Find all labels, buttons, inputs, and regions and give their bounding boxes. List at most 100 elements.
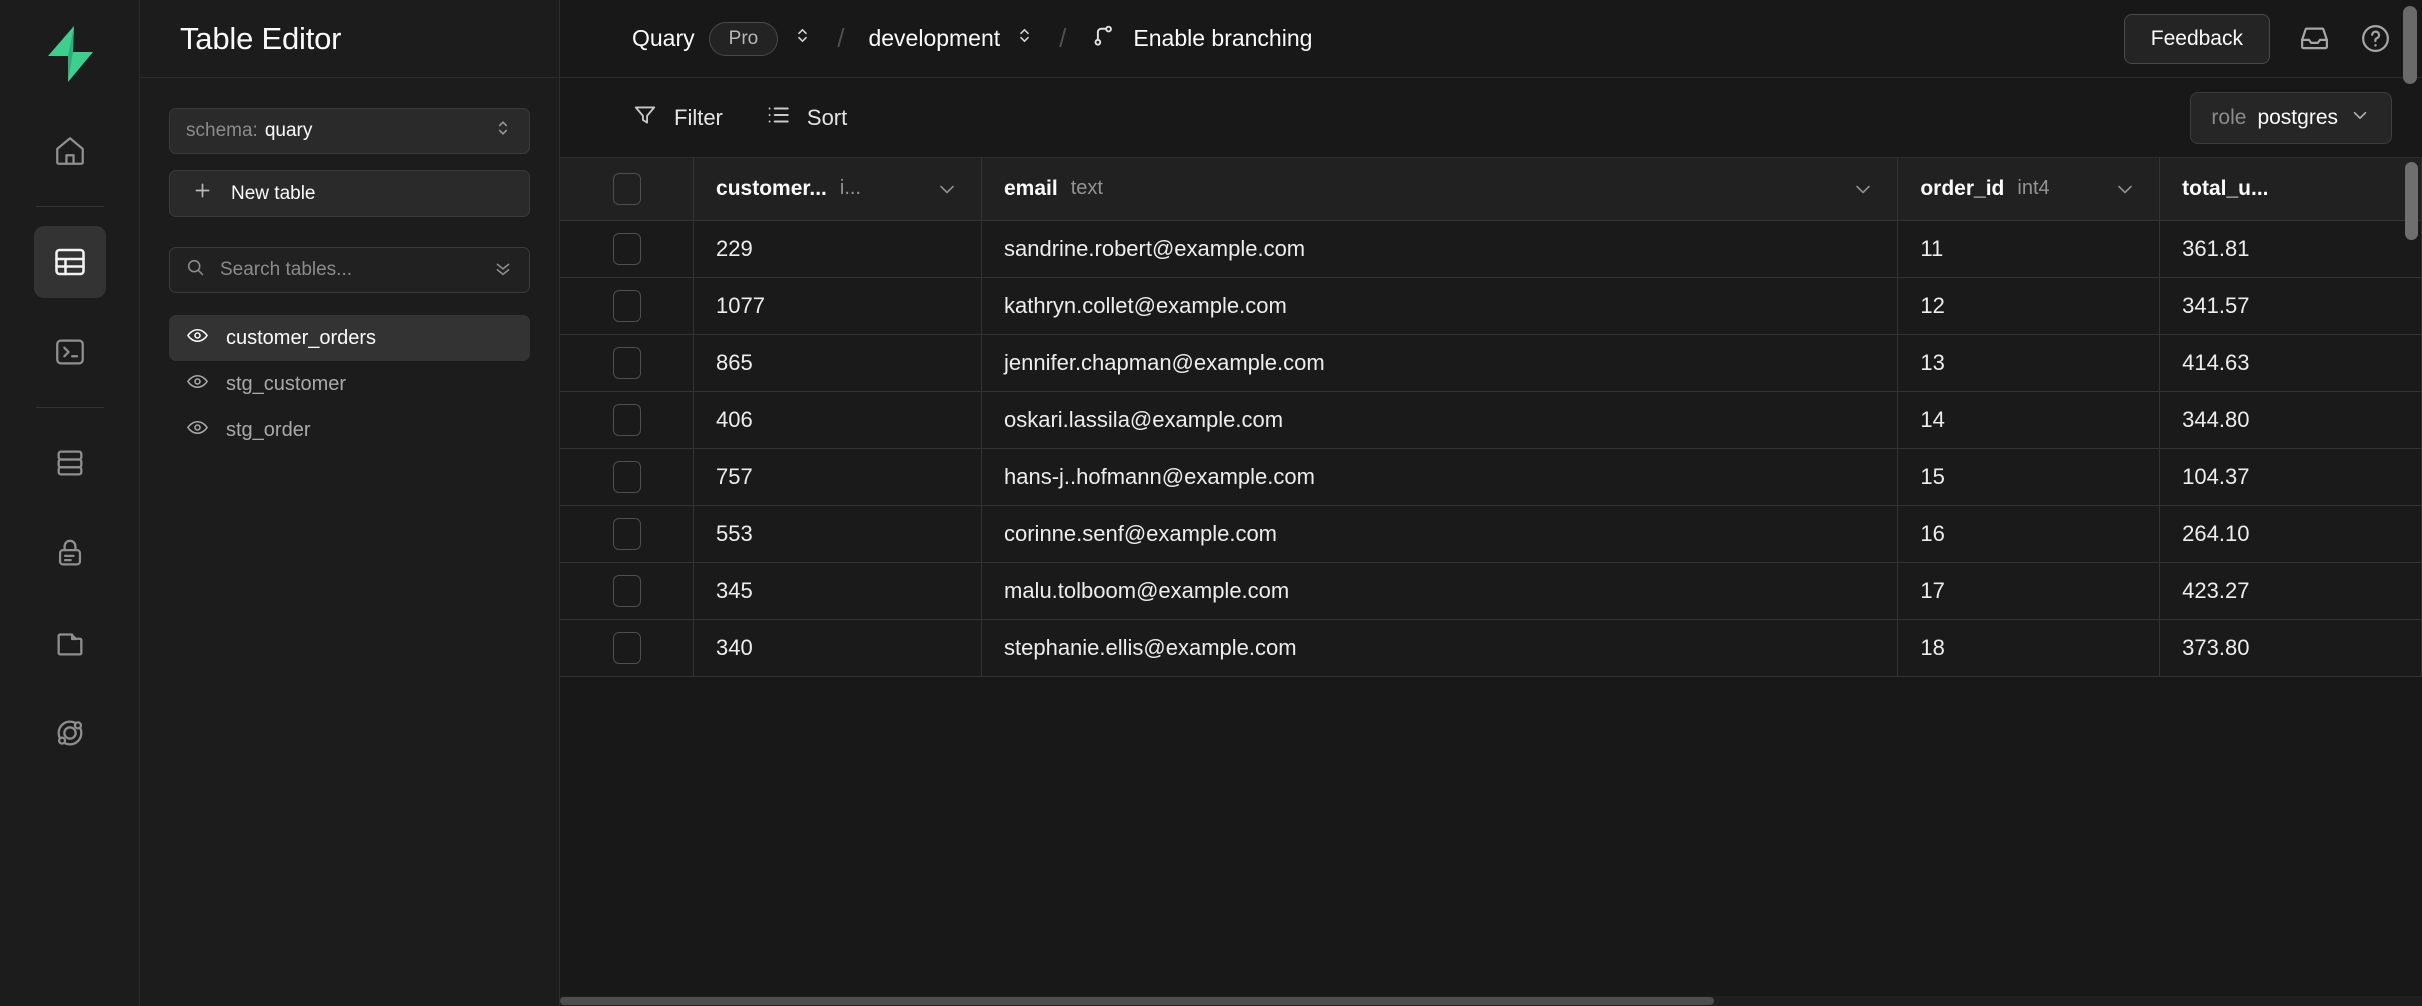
row-checkbox[interactable] bbox=[613, 290, 641, 322]
sidebar-item-authentication[interactable] bbox=[34, 517, 106, 589]
column-header-email[interactable]: email text bbox=[982, 158, 1898, 220]
chevron-down-icon[interactable] bbox=[935, 177, 959, 201]
sort-button[interactable]: Sort bbox=[765, 102, 847, 134]
schema-selector[interactable]: schema: quary bbox=[169, 108, 530, 154]
cell-customer-id[interactable]: 865 bbox=[694, 334, 982, 391]
table-row[interactable]: 340 stephanie.ellis@example.com 18 373.8… bbox=[560, 619, 2422, 676]
cell-order-id[interactable]: 14 bbox=[1898, 391, 2160, 448]
row-checkbox[interactable] bbox=[613, 233, 641, 265]
cell-order-id[interactable]: 11 bbox=[1898, 220, 2160, 277]
sidebar-item-edge-functions[interactable] bbox=[34, 697, 106, 769]
cell-customer-id[interactable]: 553 bbox=[694, 505, 982, 562]
primary-nav-rail bbox=[0, 0, 140, 1006]
select-all-checkbox[interactable] bbox=[613, 173, 641, 205]
row-checkbox[interactable] bbox=[613, 632, 641, 664]
search-tables-field[interactable]: Search tables... bbox=[169, 247, 530, 293]
table-row[interactable]: 229 sandrine.robert@example.com 11 361.8… bbox=[560, 220, 2422, 277]
supabase-logo-icon[interactable] bbox=[34, 18, 106, 90]
window-scrollbar[interactable] bbox=[2403, 0, 2417, 1006]
cell-total-usd[interactable]: 361.81 bbox=[2160, 220, 2422, 277]
row-checkbox[interactable] bbox=[613, 518, 641, 550]
row-checkbox[interactable] bbox=[613, 461, 641, 493]
cell-order-id[interactable]: 15 bbox=[1898, 448, 2160, 505]
chevrons-down-icon[interactable] bbox=[492, 257, 514, 284]
search-icon bbox=[185, 257, 206, 283]
window-scrollbar-thumb[interactable] bbox=[2403, 6, 2417, 84]
cell-email[interactable]: hans-j..hofmann@example.com bbox=[982, 448, 1898, 505]
help-circle-icon[interactable] bbox=[2359, 22, 2392, 55]
table-row[interactable]: 553 corinne.senf@example.com 16 264.10 bbox=[560, 505, 2422, 562]
new-table-button[interactable]: New table bbox=[169, 170, 530, 217]
sidebar-item-database[interactable] bbox=[34, 427, 106, 499]
inbox-icon[interactable] bbox=[2298, 22, 2331, 55]
cell-customer-id[interactable]: 340 bbox=[694, 619, 982, 676]
cell-customer-id[interactable]: 1077 bbox=[694, 277, 982, 334]
cell-total-usd[interactable]: 264.10 bbox=[2160, 505, 2422, 562]
cell-order-id[interactable]: 13 bbox=[1898, 334, 2160, 391]
role-selector[interactable]: role postgres bbox=[2190, 92, 2392, 144]
cell-customer-id[interactable]: 757 bbox=[694, 448, 982, 505]
plus-icon bbox=[192, 180, 213, 207]
cell-order-id[interactable]: 17 bbox=[1898, 562, 2160, 619]
row-select-cell[interactable] bbox=[560, 619, 694, 676]
row-checkbox[interactable] bbox=[613, 347, 641, 379]
sidebar-item-home[interactable] bbox=[34, 115, 106, 187]
breadcrumb-branch[interactable]: development bbox=[868, 25, 1035, 52]
row-select-cell[interactable] bbox=[560, 334, 694, 391]
chevron-down-icon[interactable] bbox=[2113, 177, 2137, 201]
cell-email[interactable]: corinne.senf@example.com bbox=[982, 505, 1898, 562]
cell-email[interactable]: kathryn.collet@example.com bbox=[982, 277, 1898, 334]
cell-customer-id[interactable]: 345 bbox=[694, 562, 982, 619]
row-select-cell[interactable] bbox=[560, 562, 694, 619]
cell-email[interactable]: malu.tolboom@example.com bbox=[982, 562, 1898, 619]
cell-customer-id[interactable]: 229 bbox=[694, 220, 982, 277]
chevron-down-icon[interactable] bbox=[1851, 177, 1875, 201]
table-list-item-customer-orders[interactable]: customer_orders bbox=[169, 315, 530, 361]
table-list-item-stg-order[interactable]: stg_order bbox=[169, 407, 530, 453]
feedback-button[interactable]: Feedback bbox=[2124, 14, 2270, 64]
cell-total-usd[interactable]: 104.37 bbox=[2160, 448, 2422, 505]
sidebar-item-sql-editor[interactable] bbox=[34, 316, 106, 388]
grid-horizontal-scrollbar[interactable] bbox=[560, 996, 2422, 1006]
filter-button[interactable]: Filter bbox=[632, 102, 723, 134]
cell-total-usd[interactable]: 341.57 bbox=[2160, 277, 2422, 334]
row-select-cell[interactable] bbox=[560, 391, 694, 448]
cell-order-id[interactable]: 18 bbox=[1898, 619, 2160, 676]
row-select-cell[interactable] bbox=[560, 448, 694, 505]
select-all-header[interactable] bbox=[560, 158, 694, 220]
cell-total-usd[interactable]: 373.80 bbox=[2160, 619, 2422, 676]
cell-total-usd[interactable]: 414.63 bbox=[2160, 334, 2422, 391]
breadcrumb-org[interactable]: Quary Pro bbox=[632, 22, 813, 56]
enable-branching-button[interactable]: Enable branching bbox=[1090, 22, 1312, 55]
row-select-cell[interactable] bbox=[560, 277, 694, 334]
cell-email[interactable]: sandrine.robert@example.com bbox=[982, 220, 1898, 277]
cell-email[interactable]: oskari.lassila@example.com bbox=[982, 391, 1898, 448]
cell-total-usd[interactable]: 344.80 bbox=[2160, 391, 2422, 448]
table-row[interactable]: 1077 kathryn.collet@example.com 12 341.5… bbox=[560, 277, 2422, 334]
table-row[interactable]: 406 oskari.lassila@example.com 14 344.80 bbox=[560, 391, 2422, 448]
table-row[interactable]: 865 jennifer.chapman@example.com 13 414.… bbox=[560, 334, 2422, 391]
cell-customer-id[interactable]: 406 bbox=[694, 391, 982, 448]
table-list-item-stg-customer[interactable]: stg_customer bbox=[169, 361, 530, 407]
plan-badge: Pro bbox=[709, 22, 779, 56]
branch-switch-icon[interactable] bbox=[1014, 25, 1035, 52]
row-checkbox[interactable] bbox=[613, 575, 641, 607]
cell-email[interactable]: jennifer.chapman@example.com bbox=[982, 334, 1898, 391]
column-header-total-usd[interactable]: total_u... bbox=[2160, 158, 2422, 220]
cell-order-id[interactable]: 16 bbox=[1898, 505, 2160, 562]
supabase-table-editor-app: Table Editor schema: quary bbox=[0, 0, 2422, 1006]
cell-email[interactable]: stephanie.ellis@example.com bbox=[982, 619, 1898, 676]
org-switch-icon[interactable] bbox=[792, 25, 813, 52]
sidebar-item-table-editor[interactable] bbox=[34, 226, 106, 298]
column-header-order-id[interactable]: order_id int4 bbox=[1898, 158, 2160, 220]
sidebar-item-storage[interactable] bbox=[34, 607, 106, 679]
row-select-cell[interactable] bbox=[560, 220, 694, 277]
table-row[interactable]: 345 malu.tolboom@example.com 17 423.27 bbox=[560, 562, 2422, 619]
row-select-cell[interactable] bbox=[560, 505, 694, 562]
table-row[interactable]: 757 hans-j..hofmann@example.com 15 104.3… bbox=[560, 448, 2422, 505]
grid-horizontal-scrollbar-thumb[interactable] bbox=[560, 997, 1714, 1005]
cell-order-id[interactable]: 12 bbox=[1898, 277, 2160, 334]
row-checkbox[interactable] bbox=[613, 404, 641, 436]
column-header-customer-id[interactable]: customer... i... bbox=[694, 158, 982, 220]
cell-total-usd[interactable]: 423.27 bbox=[2160, 562, 2422, 619]
